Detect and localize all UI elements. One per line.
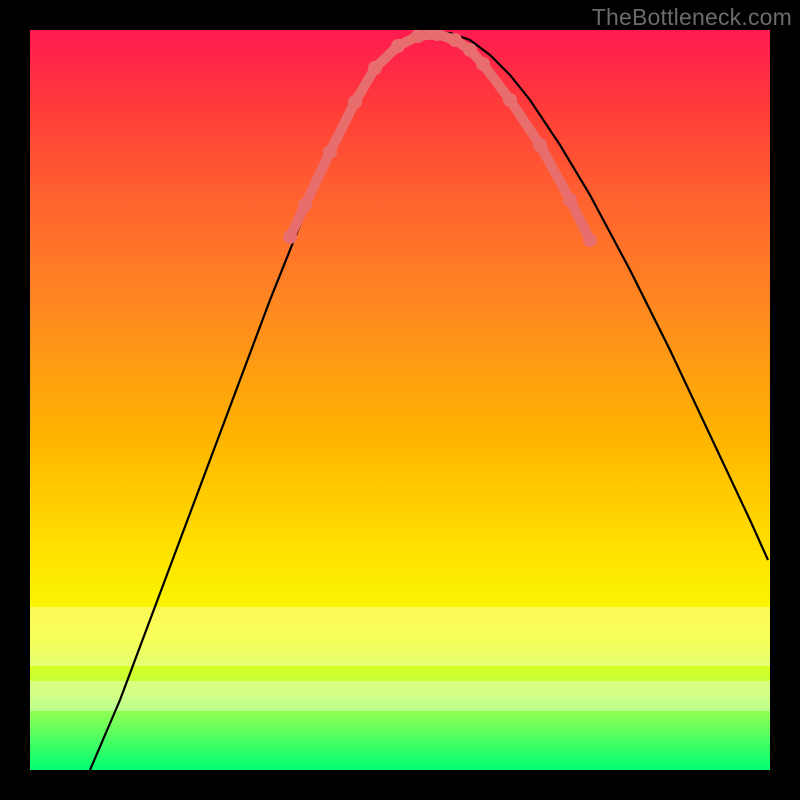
curve-marker: [323, 145, 337, 159]
watermark-text: TheBottleneck.com: [592, 4, 792, 31]
curve-marker: [348, 95, 362, 109]
curve-marker: [583, 233, 597, 247]
bottleneck-curve: [90, 33, 768, 770]
curve-marker: [298, 198, 312, 212]
curve-marker: [283, 230, 297, 244]
curve-marker: [503, 93, 517, 107]
marker-segment: [330, 102, 355, 152]
curve-marker: [463, 43, 477, 57]
curve-markers: [283, 30, 597, 247]
plot-area: [30, 30, 770, 770]
curve-marker: [391, 39, 405, 53]
curve-marker: [448, 33, 462, 47]
curve-marker: [533, 138, 547, 152]
curve-marker: [476, 57, 490, 71]
marker-segment: [305, 152, 330, 205]
chart-frame: TheBottleneck.com: [0, 0, 800, 800]
chart-svg: [30, 30, 770, 770]
curve-marker: [368, 61, 382, 75]
curve-marker: [563, 193, 577, 207]
